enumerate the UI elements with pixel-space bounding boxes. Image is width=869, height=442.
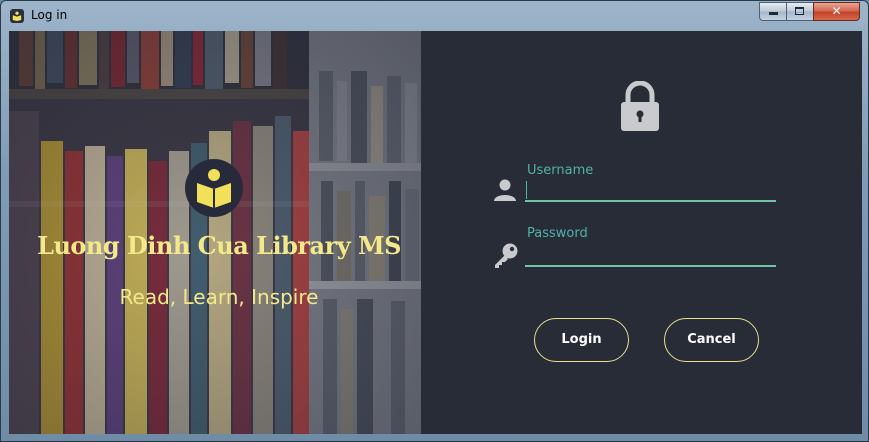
login-form: Username Password Login Cancel bbox=[421, 31, 862, 434]
client-area: Luong Dinh Cua Library MS Read, Learn, I… bbox=[9, 31, 862, 434]
username-label: Username bbox=[527, 163, 594, 178]
close-button[interactable]: ✕ bbox=[813, 2, 860, 21]
minimize-icon bbox=[769, 12, 778, 15]
password-label: Password bbox=[527, 226, 588, 241]
text-cursor bbox=[526, 181, 527, 199]
minimize-button[interactable] bbox=[759, 2, 786, 21]
username-input[interactable] bbox=[525, 180, 776, 202]
lock-icon bbox=[621, 81, 659, 131]
hero-panel: Luong Dinh Cua Library MS Read, Learn, I… bbox=[9, 31, 421, 434]
window-title: Log in bbox=[31, 8, 68, 22]
library-app-icon bbox=[10, 9, 24, 23]
reader-book-icon bbox=[197, 169, 231, 208]
login-window: Log in ✕ Luong Dinh Cua Library MS Read,… bbox=[0, 0, 869, 442]
maximize-icon bbox=[795, 7, 804, 15]
window-controls: ✕ bbox=[759, 2, 860, 22]
close-icon: ✕ bbox=[831, 4, 842, 18]
title-bar[interactable]: Log in ✕ bbox=[1, 1, 868, 31]
maximize-button[interactable] bbox=[786, 2, 813, 21]
password-input[interactable] bbox=[525, 245, 776, 267]
library-logo bbox=[185, 159, 243, 217]
brand-tagline: Read, Learn, Inspire bbox=[119, 285, 319, 309]
cancel-button[interactable]: Cancel bbox=[664, 318, 759, 362]
brand-title: Luong Dinh Cua Library MS bbox=[37, 231, 401, 260]
login-button[interactable]: Login bbox=[534, 318, 629, 362]
user-icon bbox=[494, 179, 516, 201]
key-icon bbox=[495, 243, 518, 268]
